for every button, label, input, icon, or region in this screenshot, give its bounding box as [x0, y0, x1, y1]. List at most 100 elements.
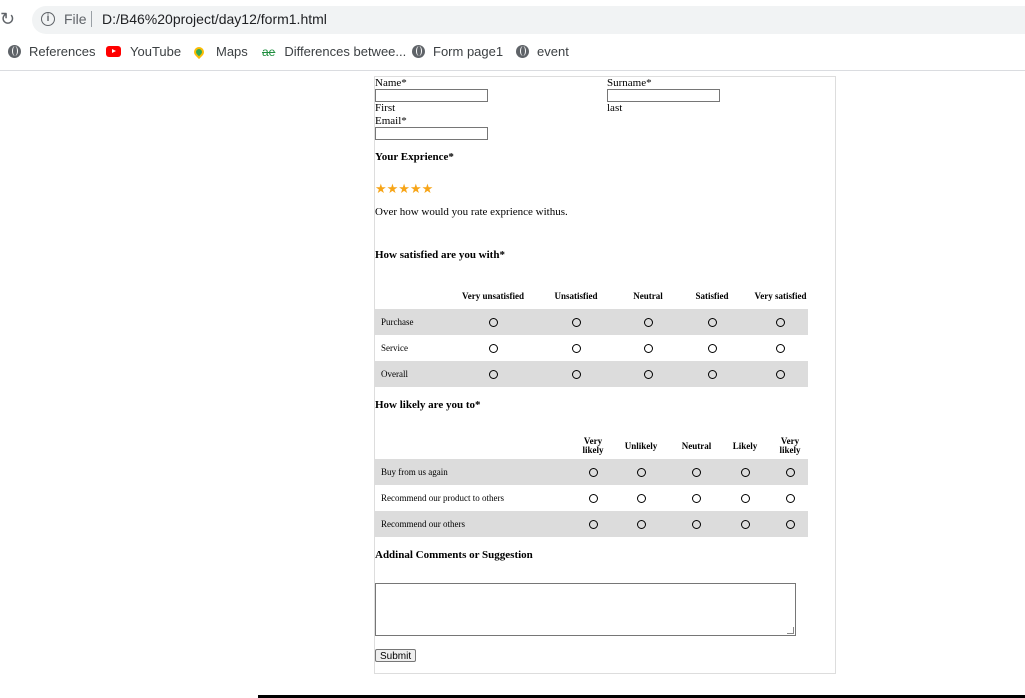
browser-toolbar: ↻ i File D:/B46%20project/day12/form1.ht…	[0, 0, 1025, 71]
first-name-input[interactable]	[375, 89, 488, 102]
column-header: Very satisfied	[754, 290, 807, 301]
radio-button[interactable]	[776, 344, 785, 354]
radio-button[interactable]	[776, 370, 785, 380]
email-label: Email*	[375, 115, 407, 127]
url-scheme: File	[64, 11, 87, 27]
radio-button[interactable]	[571, 318, 581, 328]
radio-button[interactable]	[643, 318, 653, 328]
row-label: Purchase	[375, 309, 459, 335]
radio-button[interactable]	[785, 520, 795, 530]
radio-button[interactable]	[740, 494, 750, 504]
radio-button[interactable]	[571, 370, 581, 380]
radio-button[interactable]	[643, 370, 653, 380]
info-icon[interactable]: i	[41, 12, 55, 26]
row-label: Service	[381, 343, 408, 353]
bookmark-label: References	[29, 44, 96, 59]
column-header: Satisfied	[695, 290, 729, 301]
matrix-header-row: Very unsatisfied Unsatisfied Neutral Sat…	[375, 283, 808, 309]
bookmark-youtube[interactable]: YouTube	[106, 44, 181, 59]
row-label: Buy from us again	[375, 459, 579, 485]
radio-button[interactable]	[588, 468, 598, 478]
column-header: Unlikely	[624, 440, 658, 451]
column-header: Unsatisfied	[554, 290, 598, 301]
reload-icon[interactable]: ↻	[0, 9, 15, 30]
radio-button[interactable]	[692, 468, 701, 478]
table-row: Recommend our others	[375, 511, 808, 537]
bookmark-references[interactable]: References	[8, 44, 95, 59]
table-row: Overall	[375, 361, 808, 387]
surname-input[interactable]	[607, 89, 720, 102]
globe-icon	[412, 45, 425, 58]
youtube-icon	[106, 46, 121, 57]
radio-button[interactable]	[588, 494, 598, 504]
experience-prompt: Over how would you rate exprience withus…	[375, 206, 568, 218]
radio-button[interactable]	[692, 520, 701, 530]
submit-button[interactable]: Submit	[375, 649, 417, 662]
bookmark-label: YouTube	[130, 44, 182, 59]
column-header: Neutral	[681, 440, 712, 451]
bookmark-form-page1[interactable]: Form page1	[412, 44, 503, 59]
bookmark-label: Differences betwee...	[284, 44, 407, 59]
last-sublabel: last	[607, 102, 623, 114]
radio-button[interactable]	[740, 468, 750, 478]
feedback-form: Name* First Surname* last Email* Your Ex…	[374, 76, 836, 674]
table-row: Service	[375, 335, 808, 361]
url-text[interactable]: D:/B46%20project/day12/form1.html	[102, 11, 327, 27]
bookmarks-bar: References YouTube Maps ae Differences be…	[0, 40, 1025, 64]
radio-button[interactable]	[740, 520, 750, 530]
table-row: Recommend our product to others	[375, 485, 808, 511]
radio-button[interactable]	[488, 344, 498, 354]
globe-icon	[516, 45, 529, 58]
diff-icon: ae	[262, 44, 276, 59]
satisfied-heading: How satisfied are you with*	[375, 249, 505, 261]
bookmark-label: event	[537, 44, 569, 59]
column-header: Very unsatisfied	[462, 290, 524, 301]
column-header: Very likely	[582, 436, 604, 455]
bookmark-event[interactable]: event	[516, 44, 569, 59]
comments-heading: Addinal Comments or Suggestion	[375, 549, 533, 561]
radio-button[interactable]	[707, 370, 717, 380]
radio-button[interactable]	[692, 494, 701, 504]
star-rating[interactable]: ★★★★★	[375, 181, 433, 197]
matrix-header-row: Very likely Unlikely Neutral Likely Very…	[375, 433, 808, 459]
radio-button[interactable]	[707, 344, 717, 354]
address-separator	[91, 11, 92, 27]
email-input[interactable]	[375, 127, 488, 140]
experience-heading: Your Exprience*	[375, 151, 454, 163]
radio-button[interactable]	[488, 370, 498, 380]
column-header: Neutral	[633, 290, 663, 301]
radio-button[interactable]	[785, 494, 795, 504]
matrix-corner	[375, 433, 579, 459]
radio-button[interactable]	[488, 318, 498, 328]
globe-icon	[8, 45, 21, 58]
likely-heading: How likely are you to*	[375, 399, 481, 411]
column-header: Likely	[732, 440, 758, 451]
comments-textarea[interactable]	[375, 583, 796, 636]
surname-label: Surname*	[607, 77, 652, 89]
resize-handle-icon[interactable]	[787, 627, 794, 634]
bookmark-maps[interactable]: Maps	[191, 44, 248, 59]
maps-icon	[191, 44, 207, 59]
row-label: Overall	[375, 361, 459, 387]
radio-button[interactable]	[643, 344, 653, 354]
first-sublabel: First	[375, 102, 396, 114]
bookmark-label: Maps	[216, 44, 248, 59]
address-bar[interactable]: i File D:/B46%20project/day12/form1.html	[32, 6, 1025, 34]
radio-button[interactable]	[571, 344, 581, 354]
radio-button[interactable]	[636, 520, 646, 530]
radio-button[interactable]	[588, 520, 598, 530]
table-row: Buy from us again	[375, 459, 808, 485]
satisfaction-matrix: Very unsatisfied Unsatisfied Neutral Sat…	[375, 283, 808, 387]
bookmark-differences[interactable]: ae Differences betwee...	[262, 44, 406, 59]
radio-button[interactable]	[785, 468, 795, 478]
row-label: Recommend our others	[375, 511, 579, 537]
radio-button[interactable]	[707, 318, 717, 328]
table-row: Purchase	[375, 309, 808, 335]
row-label: Recommend our product to others	[381, 493, 504, 503]
radio-button[interactable]	[636, 468, 646, 478]
name-label: Name*	[375, 77, 407, 89]
likelihood-matrix: Very likely Unlikely Neutral Likely Very…	[375, 433, 808, 537]
radio-button[interactable]	[636, 494, 646, 504]
address-row: ↻ i File D:/B46%20project/day12/form1.ht…	[0, 6, 1025, 34]
radio-button[interactable]	[776, 318, 785, 328]
